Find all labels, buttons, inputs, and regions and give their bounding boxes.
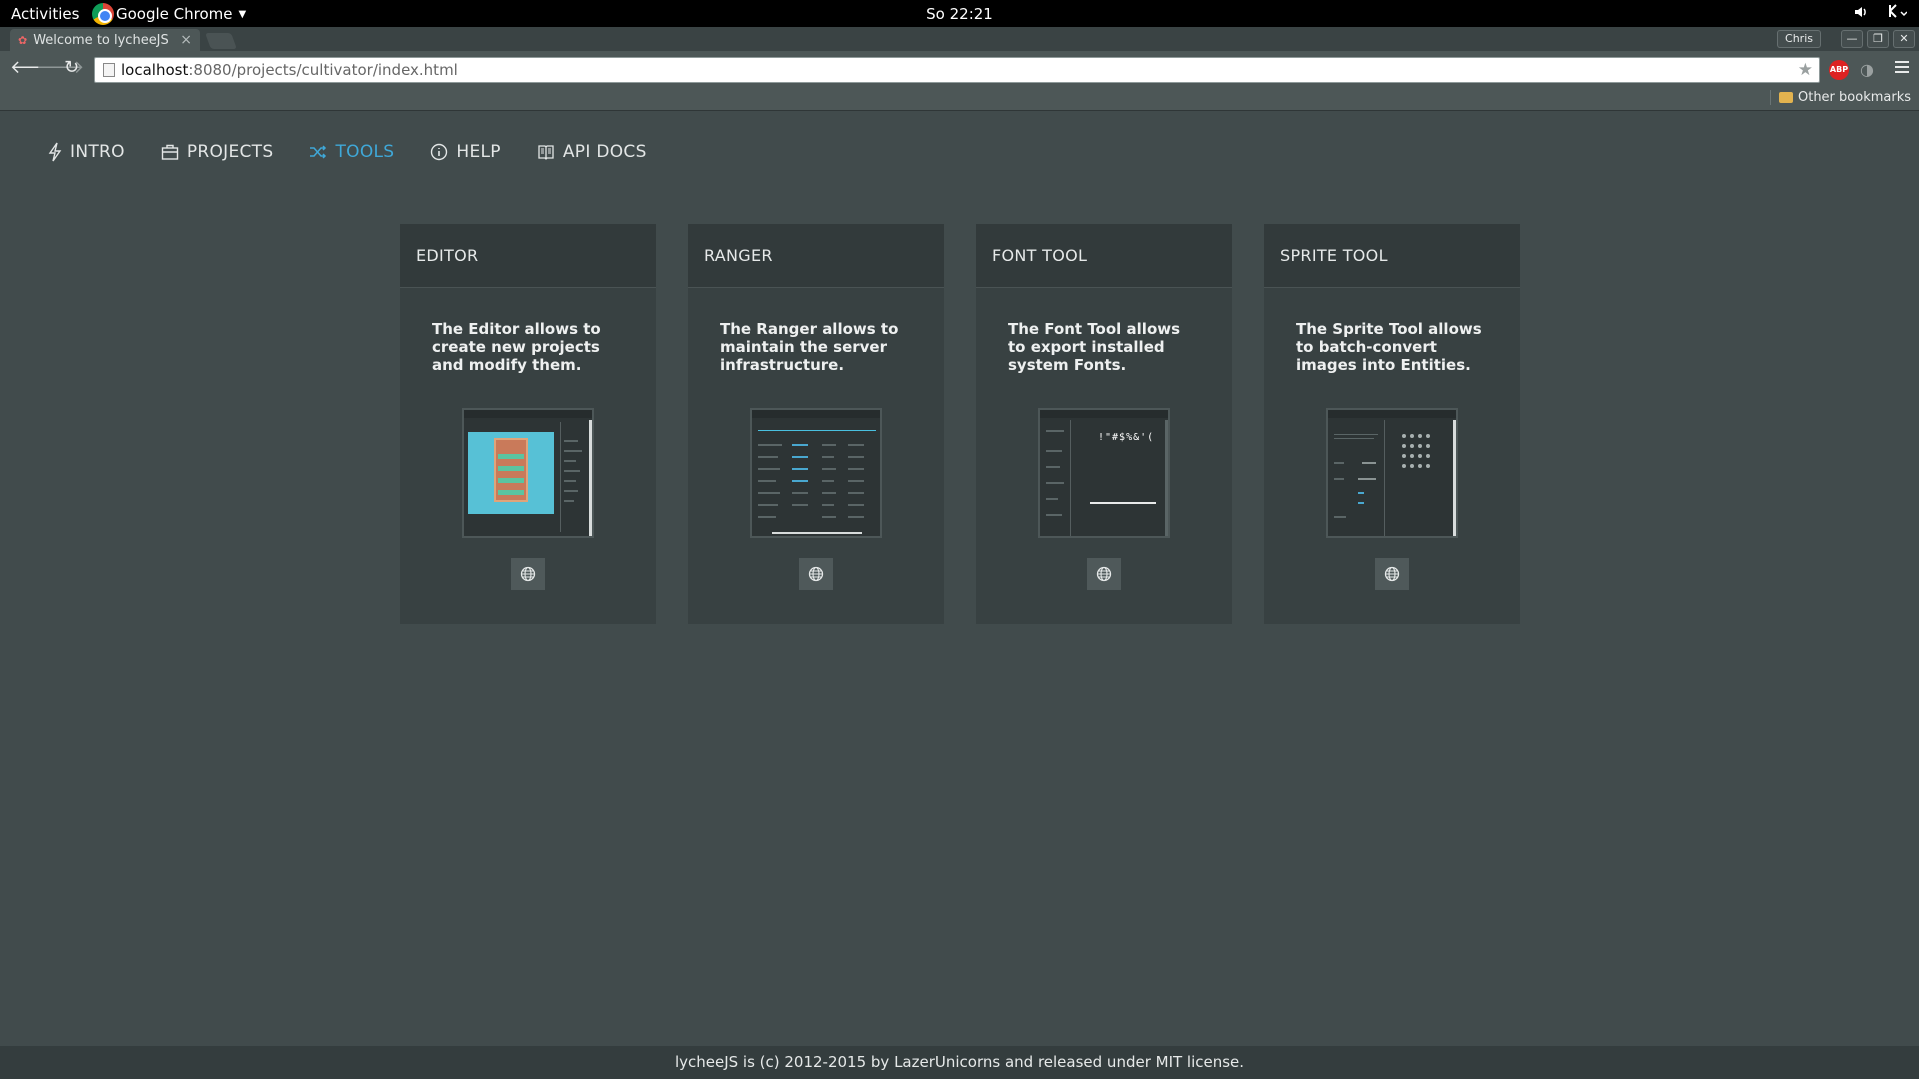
other-bookmarks-label: Other bookmarks [1797, 90, 1911, 105]
url-path: :8080/projects/cultivator/index.html [188, 61, 458, 79]
chrome-menu-icon[interactable] [1895, 61, 1909, 76]
address-bar[interactable]: localhost:8080/projects/cultivator/index… [94, 57, 1820, 83]
bookmark-bar: Other bookmarks [0, 87, 1919, 111]
url-host: localhost [121, 61, 189, 79]
card-description: The Ranger allows to maintain the server… [720, 320, 899, 374]
open-editor-button[interactable] [511, 558, 545, 590]
browser-tab[interactable]: ✿ Welcome to lycheeJS × [10, 29, 200, 51]
adblock-icon[interactable]: ABP [1829, 60, 1849, 80]
lychee-favicon-icon: ✿ [18, 33, 28, 47]
card-description: The Sprite Tool allows to batch-convert … [1296, 320, 1482, 374]
globe-icon [808, 566, 824, 582]
nav-api-docs[interactable]: API DOCS [537, 142, 647, 162]
card-description: The Font Tool allows to export installed… [1008, 320, 1181, 374]
card-description: The Editor allows to create new projects… [432, 320, 601, 374]
profile-button[interactable]: Chris [1777, 30, 1821, 48]
open-sprite-tool-button[interactable] [1375, 558, 1409, 590]
close-window-button[interactable]: ✕ [1893, 30, 1915, 48]
card-title: RANGER [688, 224, 944, 288]
editor-screenshot[interactable] [462, 408, 594, 538]
window-controls: — ❐ ✕ [1841, 30, 1915, 48]
tool-cards: EDITOR The Editor allows to create new p… [400, 224, 1520, 624]
main-nav: INTRO PROJECTS TOOLS HELP API DOCS [48, 142, 647, 162]
system-top-bar: Activities Google Chrome ▼ So 22:21 [0, 0, 1919, 27]
globe-icon [1096, 566, 1112, 582]
new-tab-button[interactable] [205, 33, 237, 49]
ranger-screenshot[interactable] [750, 408, 882, 538]
open-ranger-button[interactable] [799, 558, 833, 590]
card-title: FONT TOOL [976, 224, 1232, 288]
other-bookmarks[interactable]: Other bookmarks [1769, 90, 1911, 105]
sprite-tool-screenshot[interactable] [1326, 408, 1458, 538]
bookmark-star-icon[interactable]: ★ [1798, 60, 1813, 80]
reload-icon[interactable]: ↻ [64, 59, 79, 77]
open-font-tool-button[interactable] [1087, 558, 1121, 590]
nav-help-label: HELP [456, 142, 501, 162]
globe-icon [520, 566, 536, 582]
page-footer: lycheeJS is (c) 2012-2015 by LazerUnicor… [0, 1046, 1919, 1079]
nav-projects-label: PROJECTS [186, 142, 274, 162]
system-tray[interactable] [1853, 3, 1907, 21]
globe-icon [1384, 566, 1400, 582]
browser-toolbar: 🡐 🡒 ↻ localhost:8080/projects/cultivator… [0, 51, 1919, 87]
card-title: EDITOR [400, 224, 656, 288]
nav-tools[interactable]: TOOLS [309, 142, 394, 162]
nav-tools-label: TOOLS [335, 142, 395, 162]
briefcase-icon [161, 144, 179, 160]
card-font-tool: FONT TOOL The Font Tool allows to export… [976, 224, 1232, 624]
tab-title: Welcome to lycheeJS [33, 32, 169, 48]
tab-strip: ✿ Welcome to lycheeJS × Chris — ❐ ✕ [0, 27, 1919, 51]
book-icon [538, 145, 554, 160]
card-ranger: RANGER The Ranger allows to maintain the… [688, 224, 944, 624]
folder-icon [1778, 92, 1793, 103]
nav-api-docs-label: API DOCS [562, 142, 647, 162]
close-tab-icon[interactable]: × [180, 32, 192, 48]
card-title: SPRITE TOOL [1264, 224, 1520, 288]
shuffle-icon [310, 145, 327, 159]
clock[interactable]: So 22:21 [0, 5, 1919, 23]
extension-icon[interactable]: ◑ [1860, 60, 1874, 79]
power-icon[interactable] [1885, 3, 1907, 21]
font-tool-screenshot[interactable]: !"#$%&'( [1038, 408, 1170, 538]
font-glyph-preview: !"#$%&'( [1098, 432, 1155, 443]
minimize-button[interactable]: — [1841, 30, 1863, 48]
page-icon [103, 63, 115, 77]
card-sprite-tool: SPRITE TOOL The Sprite Tool allows to ba… [1264, 224, 1520, 624]
info-icon [431, 143, 448, 161]
maximize-button[interactable]: ❐ [1867, 30, 1889, 48]
footer-text: lycheeJS is (c) 2012-2015 by LazerUnicor… [674, 1053, 1245, 1071]
nav-intro-label: INTRO [70, 142, 125, 162]
nav-help[interactable]: HELP [430, 142, 501, 162]
nav-intro[interactable]: INTRO [48, 142, 125, 162]
volume-icon[interactable] [1853, 4, 1869, 20]
card-editor: EDITOR The Editor allows to create new p… [400, 224, 656, 624]
nav-projects[interactable]: PROJECTS [161, 142, 274, 162]
lightning-icon [48, 142, 62, 162]
